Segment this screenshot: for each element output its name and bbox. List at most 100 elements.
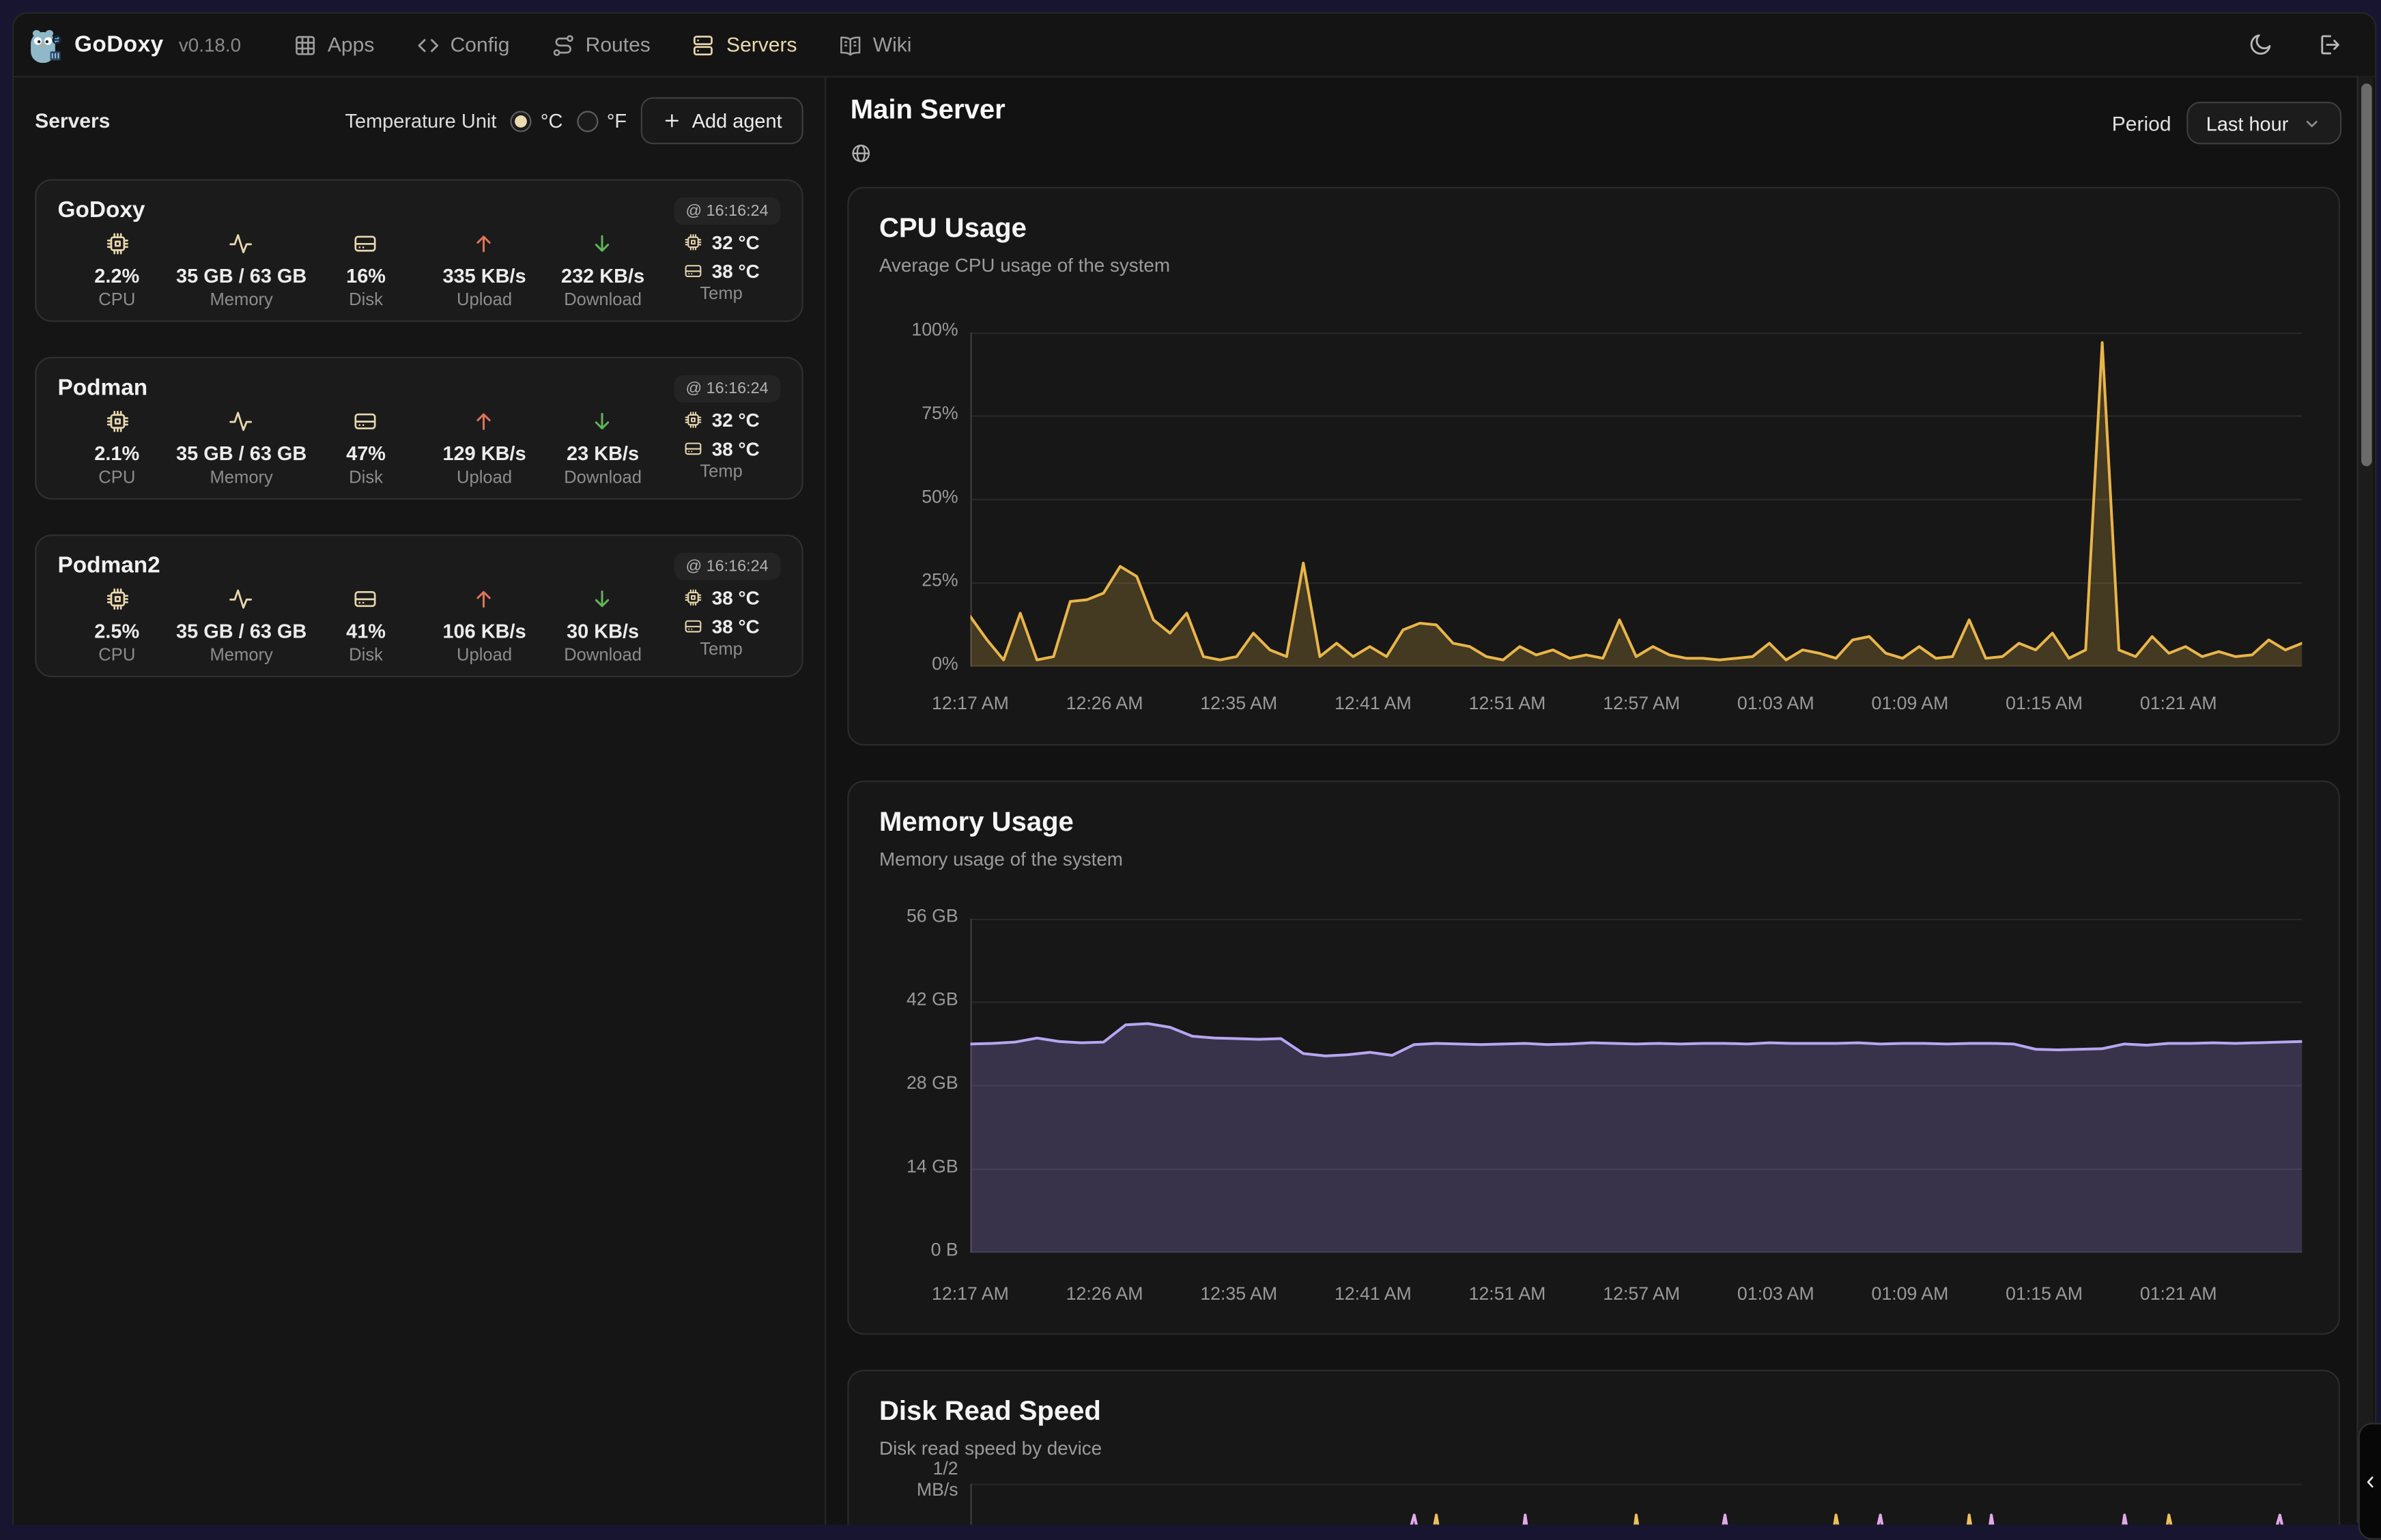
chevron-down-icon — [2302, 113, 2322, 133]
cpu-icon — [104, 586, 130, 612]
disk-read-speed-plot — [970, 1483, 2302, 1525]
hard-drive-icon — [353, 231, 379, 257]
y-axis-tick: 100% — [849, 320, 958, 341]
disk-stat: 16% Disk — [306, 231, 425, 310]
moon-icon[interactable] — [2247, 32, 2273, 58]
server-name: Podman — [58, 375, 148, 401]
y-axis-tick: 28 GB — [849, 1074, 958, 1095]
server-timestamp-badge: @ 16:16:24 — [674, 552, 781, 580]
chart-subtitle: Average CPU usage of the system — [879, 255, 1170, 276]
server-card-godoxy[interactable]: GoDoxy @ 16:16:24 2.2% CPU 35 GB / 63 GB… — [35, 179, 803, 322]
arrow-up-icon — [472, 231, 498, 257]
app-window: GoDoxy v0.18.0 Apps Config Routes — [12, 12, 2377, 1525]
temp-unit-fahrenheit-radio[interactable]: °F — [576, 109, 627, 132]
y-axis-tick: 25% — [849, 571, 958, 592]
temperature-stat: 32 °C 38 °C Temp — [662, 231, 781, 310]
x-axis-tick: 01:15 AM — [1978, 1283, 2111, 1304]
main-panel: Main Server Period Last hour CPU Usage A… — [827, 77, 2375, 1525]
nav-item-label: Wiki — [873, 33, 912, 56]
nav-actions — [2247, 32, 2354, 58]
chart-subtitle: Disk read speed by device — [879, 1438, 1102, 1459]
server-card-podman2[interactable]: Podman2 @ 16:16:24 2.5% CPU 35 GB / 63 G… — [35, 534, 803, 677]
brand: GoDoxy v0.18.0 — [29, 27, 241, 63]
globe-icon — [851, 143, 872, 164]
activity-icon — [229, 231, 255, 257]
add-agent-button[interactable]: Add agent — [640, 97, 803, 144]
x-axis-labels: 12:17 AM12:26 AM12:35 AM12:41 AM12:51 AM… — [970, 692, 2302, 717]
godoxy-dashboard: GoDoxy v0.18.0 Apps Config Routes — [0, 0, 2381, 1524]
book-open-icon — [838, 33, 863, 57]
cpu-icon — [683, 232, 703, 252]
servers-sidebar: Servers Temperature Unit °C °F Add agent — [14, 77, 826, 1525]
code-icon — [415, 33, 440, 57]
x-axis-tick: 12:57 AM — [1575, 692, 1709, 713]
memory-usage-plot — [970, 919, 2302, 1253]
temperature-stat: 38 °C 38 °C Temp — [662, 586, 781, 666]
cpu-stat: 2.2% CPU — [58, 231, 177, 310]
memory-stat: 35 GB / 63 GB Memory — [176, 408, 306, 487]
hard-drive-icon — [683, 261, 703, 281]
download-stat: 30 KB/s Download — [543, 586, 662, 666]
activity-icon — [229, 586, 255, 612]
upload-stat: 335 KB/s Upload — [425, 231, 544, 310]
nav-menu: Apps Config Routes Servers Wiki — [293, 33, 912, 57]
server-timestamp-badge: @ 16:16:24 — [674, 374, 781, 401]
app-version: v0.18.0 — [179, 34, 241, 55]
chart-title: CPU Usage — [879, 212, 1027, 244]
temperature-stat: 32 °C 38 °C Temp — [662, 408, 781, 487]
server-name: GoDoxy — [58, 197, 145, 223]
plus-icon — [661, 111, 681, 130]
period-label: Period — [2112, 112, 2171, 134]
nav-item-servers[interactable]: Servers — [692, 33, 797, 57]
arrow-up-icon — [472, 586, 498, 612]
hard-drive-icon — [353, 586, 379, 612]
navbar: GoDoxy v0.18.0 Apps Config Routes — [14, 14, 2375, 77]
activity-icon — [229, 408, 255, 434]
hard-drive-icon — [353, 408, 379, 434]
upload-stat: 106 KB/s Upload — [425, 586, 544, 666]
y-axis-tick: 75% — [849, 404, 958, 425]
cpu-icon — [683, 588, 703, 608]
temperature-unit-label: Temperature Unit — [345, 109, 497, 132]
sidebar-header: Servers Temperature Unit °C °F Add agent — [35, 97, 803, 144]
cpu-icon — [104, 408, 130, 434]
add-agent-label: Add agent — [692, 109, 782, 132]
disk-stat: 41% Disk — [306, 586, 425, 666]
arrow-down-icon — [590, 586, 616, 612]
chart-title: Memory Usage — [879, 806, 1074, 838]
main-scrollbar-track[interactable] — [2356, 76, 2373, 1524]
hard-drive-icon — [683, 439, 703, 459]
download-stat: 23 KB/s Download — [543, 408, 662, 487]
page-title: Main Server — [851, 94, 1006, 126]
nav-item-config[interactable]: Config — [415, 33, 509, 57]
godoxy-logo-icon — [29, 27, 62, 63]
nav-item-wiki[interactable]: Wiki — [838, 33, 912, 57]
arrow-down-icon — [590, 408, 616, 434]
x-axis-tick: 01:15 AM — [1978, 692, 2111, 713]
nav-item-apps[interactable]: Apps — [293, 33, 375, 57]
disk-stat: 47% Disk — [306, 408, 425, 487]
main-scrollbar-thumb[interactable] — [2361, 83, 2372, 466]
x-axis-tick: 01:09 AM — [1843, 692, 1977, 713]
nav-item-label: Config — [451, 33, 510, 56]
nav-item-label: Routes — [586, 33, 651, 56]
panel-collapse-handle[interactable] — [2358, 1423, 2381, 1539]
logout-icon[interactable] — [2315, 32, 2341, 58]
cpu-usage-chart-card: CPU Usage Average CPU usage of the syste… — [847, 187, 2340, 746]
x-axis-tick: 12:17 AM — [904, 692, 1038, 713]
radio-selected-icon — [510, 110, 531, 131]
cpu-stat: 2.1% CPU — [58, 408, 177, 487]
disk-read-speed-chart-card: Disk Read Speed Disk read speed by devic… — [847, 1369, 2340, 1525]
server-card-podman[interactable]: Podman @ 16:16:24 2.1% CPU 35 GB / 63 GB… — [35, 357, 803, 500]
x-axis-labels: 12:17 AM12:26 AM12:35 AM12:41 AM12:51 AM… — [970, 1283, 2302, 1308]
x-axis-tick: 01:21 AM — [2111, 1283, 2245, 1304]
grid-icon — [293, 33, 317, 57]
temp-unit-celsius-radio[interactable]: °C — [510, 109, 562, 132]
memory-stat: 35 GB / 63 GB Memory — [176, 231, 306, 310]
cpu-usage-plot — [970, 332, 2302, 666]
app-title: GoDoxy — [74, 32, 164, 58]
period-select[interactable]: Last hour — [2186, 102, 2341, 144]
nav-item-routes[interactable]: Routes — [550, 33, 650, 57]
x-axis-tick: 12:26 AM — [1038, 692, 1171, 713]
server-name: Podman2 — [58, 553, 160, 579]
